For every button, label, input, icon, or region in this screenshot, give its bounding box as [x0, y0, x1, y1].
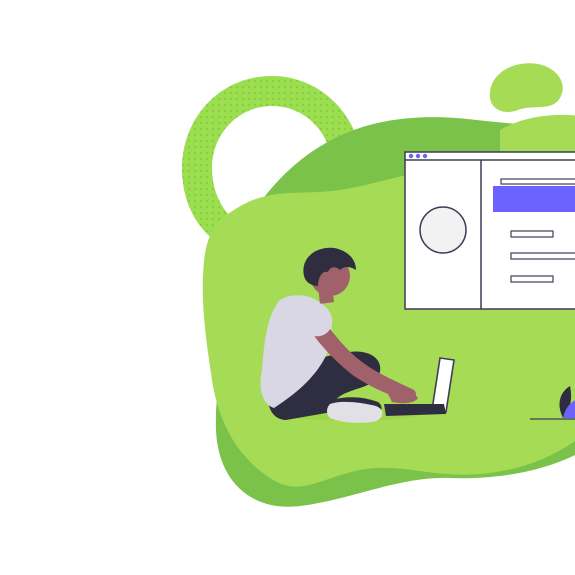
accent-banner-block: [493, 186, 575, 212]
window-dot-icon: [415, 153, 421, 159]
avatar-placeholder-icon: [419, 206, 467, 254]
person-with-laptop-illustration: [182, 63, 575, 507]
illustration-scene: [0, 0, 575, 575]
browser-window-mockup: [404, 151, 575, 310]
small-blob-shape: [489, 63, 563, 112]
window-dot-icon: [408, 153, 414, 159]
window-dot-icon: [422, 153, 428, 159]
